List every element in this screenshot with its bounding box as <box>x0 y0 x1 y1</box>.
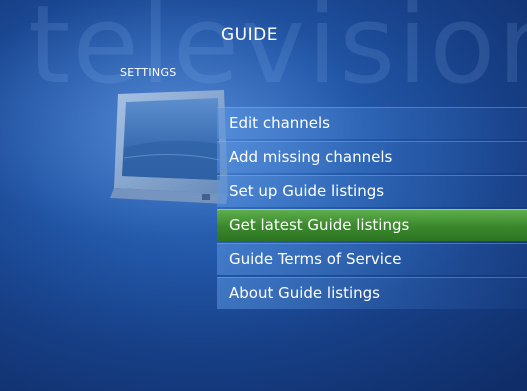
page-title: GUIDE <box>221 25 278 45</box>
menu-item-guide-terms-of-service[interactable]: Guide Terms of Service <box>217 243 527 275</box>
television-icon <box>110 90 228 204</box>
menu-item-get-latest-guide-listings[interactable]: Get latest Guide listings <box>217 209 527 241</box>
menu-item-edit-channels[interactable]: Edit channels <box>217 107 527 139</box>
menu-item-set-up-guide-listings[interactable]: Set up Guide listings <box>217 175 527 207</box>
menu-item-label: Add missing channels <box>229 148 393 166</box>
section-label: SETTINGS <box>120 66 177 79</box>
guide-menu: Edit channels Add missing channels Set u… <box>217 107 527 311</box>
menu-item-label: Get latest Guide listings <box>229 216 410 234</box>
menu-item-label: Guide Terms of Service <box>229 250 402 268</box>
menu-item-about-guide-listings[interactable]: About Guide listings <box>217 277 527 309</box>
watermark-text: television <box>28 0 527 108</box>
menu-item-label: About Guide listings <box>229 284 380 302</box>
menu-item-label: Edit channels <box>229 114 330 132</box>
menu-item-label: Set up Guide listings <box>229 182 385 200</box>
menu-item-add-missing-channels[interactable]: Add missing channels <box>217 141 527 173</box>
